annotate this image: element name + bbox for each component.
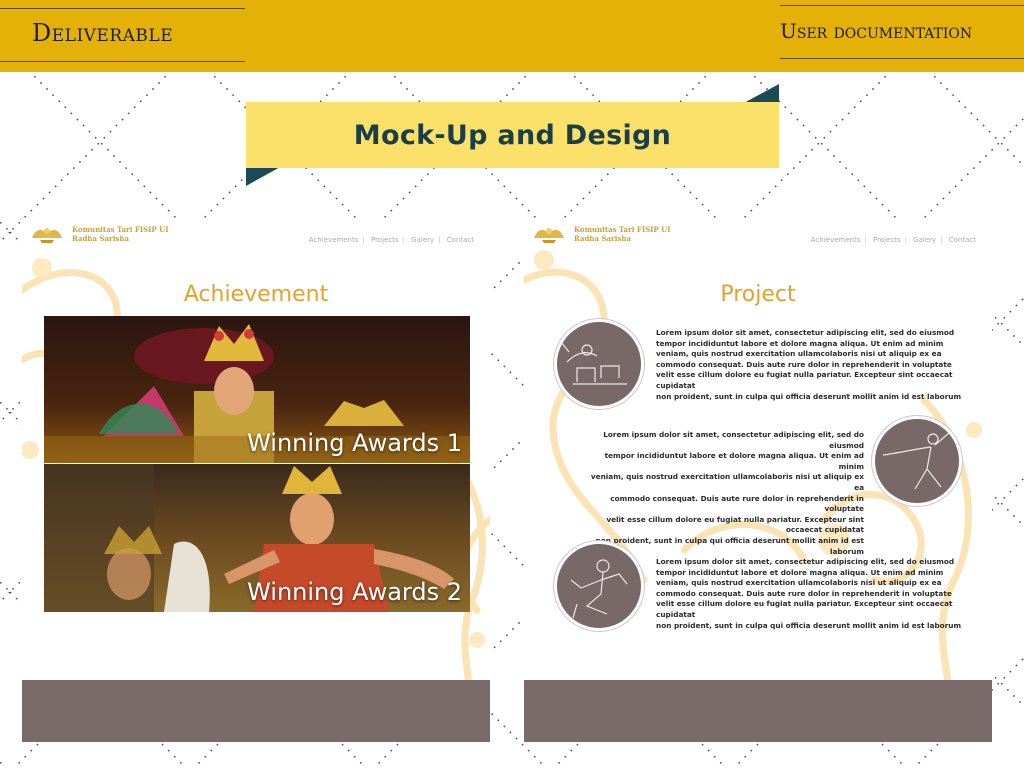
project-1-line: tempor incididuntut labore et dolore mag…	[656, 338, 944, 348]
project-1-line: Lorem ipsum dolor sit amet, consectetur …	[656, 328, 955, 337]
site-name-line1: Komunitas Tari FISIP UI	[574, 225, 671, 234]
deliverable-title: Deliverable	[32, 19, 174, 47]
project-3-line: commodo consequat. Duis aute rure dolor …	[656, 588, 952, 598]
site-footer	[524, 680, 992, 742]
user-documentation-label-box: User documentation	[780, 5, 1024, 59]
award-card-1[interactable]: Winning Awards 1	[44, 316, 470, 463]
award-caption-1: Winning Awards 1	[247, 429, 462, 457]
project-2-line: Lorem ipsum dolor sit amet, consectetur …	[603, 430, 864, 450]
kneeling-dancer-icon	[570, 559, 628, 619]
ribbon-fold-right	[742, 84, 779, 104]
user-documentation-title: User documentation	[780, 19, 973, 43]
nav-link-achievements[interactable]: Achievements	[809, 236, 863, 244]
project-description-2: Lorem ipsum dolor sit amet, consectetur …	[580, 430, 864, 557]
project-1-line: non proident, sunt in culpa qui officia …	[656, 391, 962, 401]
site-name-line2: Radha Sarisha	[72, 234, 129, 243]
drummer-icon	[560, 341, 627, 385]
nav-link-galery[interactable]: Galery	[911, 236, 938, 244]
achievement-page-mockup: Komunitas Tari FISIP UI Radha Sarisha Ac…	[22, 220, 490, 742]
project-image-1[interactable]	[554, 319, 644, 409]
site-header: Komunitas Tari FISIP UI Radha Sarisha Ac…	[22, 220, 490, 248]
site-name-line2: Radha Sarisha	[574, 234, 631, 243]
award-caption-2: Winning Awards 2	[247, 578, 462, 606]
site-footer	[22, 680, 490, 742]
project-description-3: Lorem ipsum dolor sit amet, consectetur …	[656, 557, 992, 631]
site-name-line1: Komunitas Tari FISIP UI	[72, 225, 169, 234]
project-2-line: commodo consequat. Duis aute rure dolor …	[610, 493, 864, 514]
project-1-line: veniam, quis nostrud exercitation ullamc…	[656, 349, 942, 359]
project-2-line: velit esse cillum dolore eu fugiat nulla…	[606, 514, 864, 535]
nav-link-contact[interactable]: Contact	[445, 236, 476, 244]
project-page-title: Project	[720, 282, 796, 307]
project-3-line: non proident, sunt in culpa qui officia …	[656, 620, 962, 630]
project-page-mockup: Komunitas Tari FISIP UI Radha Sarisha Ac…	[524, 220, 992, 742]
section-banner: Mock-Up and Design	[246, 84, 779, 186]
project-3-line: Lorem ipsum dolor sit amet, consectetur …	[656, 557, 955, 566]
project-3-line: tempor incididuntut labore et dolore mag…	[656, 567, 944, 577]
site-logo-icon[interactable]	[30, 224, 64, 244]
project-1-line: commodo consequat. Duis aute rure dolor …	[656, 359, 952, 369]
project-3-line: veniam, quis nostrud exercitation ullamc…	[656, 578, 942, 588]
ribbon: Mock-Up and Design	[246, 102, 779, 168]
nav-link-galery[interactable]: Galery	[409, 236, 436, 244]
banner-title: Mock-Up and Design	[353, 119, 672, 151]
project-description-1: Lorem ipsum dolor sit amet, consectetur …	[656, 328, 992, 402]
nav-link-projects[interactable]: Projects	[871, 236, 903, 244]
deliverable-label-box: Deliverable	[0, 8, 245, 62]
nav-link-projects[interactable]: Projects	[369, 236, 401, 244]
dancer-icon	[882, 432, 950, 490]
nav-link-contact[interactable]: Contact	[947, 236, 978, 244]
site-nav: Achievements | Projects | Galery | Contact	[809, 236, 978, 244]
site-logo-icon[interactable]	[532, 224, 566, 244]
ribbon-fold-left	[246, 166, 282, 186]
site-name[interactable]: Komunitas Tari FISIP UI Radha Sarisha	[72, 225, 169, 243]
achievement-page-title: Achievement	[183, 282, 329, 307]
site-header: Komunitas Tari FISIP UI Radha Sarisha Ac…	[524, 220, 992, 248]
project-image-2[interactable]	[872, 416, 962, 506]
project-2-line: tempor incididuntut labore et dolore mag…	[604, 451, 864, 471]
project-1-line: velit esse cillum dolore eu fugiat nulla…	[656, 370, 953, 390]
award-card-2[interactable]: Winning Awards 2	[44, 464, 470, 612]
header-bar: Deliverable User documentation	[0, 0, 1024, 72]
project-3-line: velit esse cillum dolore eu fugiat nulla…	[656, 599, 953, 619]
site-name[interactable]: Komunitas Tari FISIP UI Radha Sarisha	[574, 225, 671, 243]
project-2-line: veniam, quis nostrud exercitation ullamc…	[590, 472, 864, 492]
site-nav: Achievements | Projects | Galery | Contact	[307, 236, 476, 244]
project-image-3[interactable]	[554, 541, 644, 631]
nav-link-achievements[interactable]: Achievements	[307, 236, 361, 244]
